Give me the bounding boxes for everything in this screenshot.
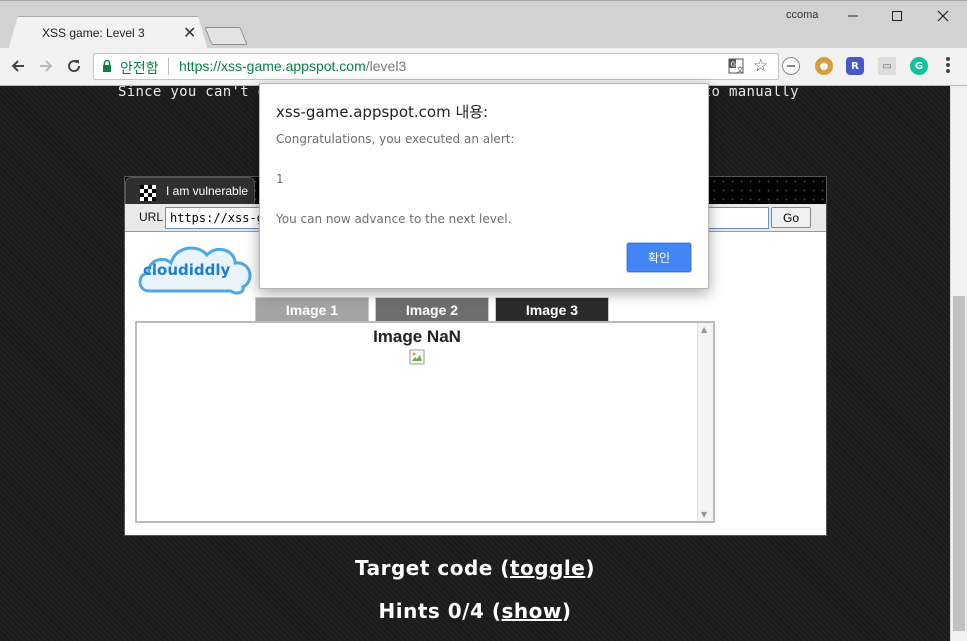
forward-button[interactable]	[34, 54, 58, 78]
arrow-right-icon	[40, 60, 53, 72]
page-scrollbar[interactable]	[950, 86, 967, 641]
minimize-button[interactable]	[830, 3, 876, 29]
image-title: Image NaN	[373, 327, 461, 346]
secure-label: 안전함	[120, 61, 159, 77]
alert-dialog: xss-game.appspot.com 내용: Congratulations…	[259, 83, 709, 289]
minimize-icon	[848, 15, 858, 17]
new-tab-button[interactable]	[204, 27, 248, 45]
cookie-extension-icon[interactable]: ●	[815, 57, 833, 75]
show-hints-link[interactable]: show	[502, 599, 562, 623]
dialog-title: xss-game.appspot.com 내용:	[276, 103, 489, 121]
tab-image-2[interactable]: Image 2	[375, 297, 489, 321]
profile-name[interactable]: ccoma	[786, 9, 818, 21]
url-host: https://xss-game.appspot.com	[179, 58, 366, 74]
lock-icon	[103, 60, 111, 72]
dialog-ok-button[interactable]: 확인	[627, 243, 691, 272]
svg-text:G: G	[731, 61, 736, 69]
logo-text: cloudiddly	[143, 261, 231, 279]
translate-icon[interactable]: G文	[728, 58, 744, 74]
hints-suffix: )	[561, 599, 572, 623]
url-path: /level3	[365, 58, 407, 74]
window-extension-icon[interactable]: ▭	[878, 57, 896, 75]
frame-url-label: URL	[139, 210, 164, 224]
dialog-message-line-2: 1	[276, 172, 284, 186]
tab-image-3[interactable]: Image 3	[495, 297, 609, 321]
reload-icon	[68, 60, 81, 73]
go-button[interactable]: Go	[771, 207, 811, 228]
bookmark-star-icon[interactable]: ☆	[753, 56, 768, 76]
image-panel-scrollbar[interactable]: ▲ ▼	[697, 323, 713, 521]
target-code-suffix: )	[585, 556, 595, 580]
menu-kebab-icon[interactable]	[941, 57, 955, 77]
scroll-up-arrow-icon[interactable]: ▲	[701, 325, 707, 334]
dialog-message-line-1: Congratulations, you executed an alert:	[276, 132, 515, 146]
address-divider	[168, 58, 169, 75]
r-extension-icon[interactable]: R	[846, 57, 864, 75]
toggle-link[interactable]: toggle	[510, 556, 585, 580]
reload-button[interactable]	[62, 54, 86, 78]
maximize-icon	[892, 11, 902, 21]
browser-toolbar: 안전함 https://xss-game.appspot.com/level3 …	[0, 48, 967, 86]
back-button[interactable]	[6, 54, 30, 78]
frame-tab: I am vulnerable	[125, 177, 255, 204]
tab-image-1[interactable]: Image 1	[255, 297, 369, 321]
arrow-left-icon	[11, 60, 24, 72]
hints-prefix: Hints 0/4 (	[378, 599, 502, 623]
svg-text:文: 文	[737, 65, 744, 74]
hints-line: Hints 0/4 (show)	[0, 599, 950, 623]
tab-close-icon[interactable]: ✕	[183, 23, 196, 42]
broken-image-icon	[409, 349, 425, 365]
target-code-prefix: Target code (	[355, 556, 510, 580]
image-panel: Image NaN ▲ ▼	[135, 321, 715, 523]
grammarly-extension-icon[interactable]: G	[910, 57, 928, 75]
page-scrollbar-thumb[interactable]	[953, 296, 965, 631]
close-icon	[937, 10, 949, 22]
address-bar[interactable]: 안전함 https://xss-game.appspot.com/level3 …	[93, 53, 779, 80]
window-titlebar: XSS game: Level 3 ✕ ccoma	[0, 0, 967, 50]
scroll-down-arrow-icon[interactable]: ▼	[701, 510, 707, 519]
close-window-button[interactable]	[920, 3, 966, 29]
dialog-message-line-3: You can now advance to the next level.	[276, 212, 512, 226]
maximize-button[interactable]	[874, 3, 920, 29]
block-extension-icon[interactable]	[782, 57, 800, 75]
target-code-line: Target code (toggle)	[0, 556, 950, 580]
checkerboard-icon	[140, 185, 156, 201]
frame-tab-label: I am vulnerable	[166, 184, 249, 198]
url-text[interactable]: https://xss-game.appspot.com/level3	[179, 58, 406, 74]
tab-title: XSS game: Level 3	[42, 26, 145, 40]
